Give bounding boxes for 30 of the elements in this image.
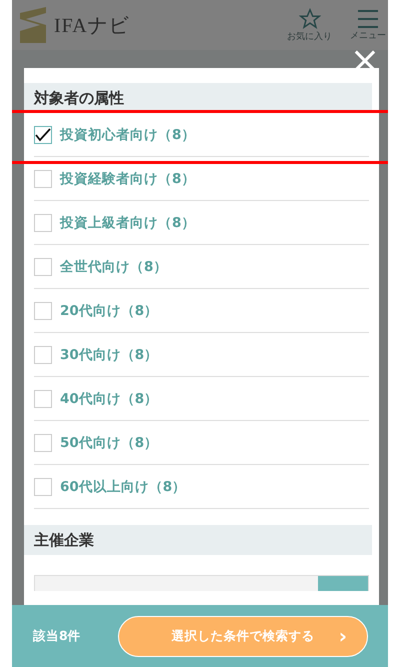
star-icon[interactable] bbox=[298, 8, 320, 30]
menu-icon[interactable] bbox=[357, 8, 379, 28]
option-label[interactable]: 30代向け（8） bbox=[60, 346, 158, 364]
option-label[interactable]: 投資経験者向け（8） bbox=[60, 170, 196, 188]
option-label[interactable]: 投資上級者向け（8） bbox=[60, 214, 196, 232]
search-button[interactable]: 選択した条件で検索する › bbox=[118, 616, 368, 656]
menu-label[interactable]: メニュー bbox=[350, 28, 386, 42]
checkbox[interactable] bbox=[34, 170, 52, 188]
checkbox[interactable] bbox=[34, 390, 52, 408]
checkbox[interactable] bbox=[34, 346, 52, 364]
checkbox[interactable] bbox=[34, 434, 52, 452]
option-label[interactable]: 60代以上向け（8） bbox=[60, 478, 186, 496]
search-button[interactable] bbox=[318, 576, 368, 591]
option-label[interactable]: 20代向け（8） bbox=[60, 302, 158, 320]
checkbox[interactable] bbox=[34, 478, 52, 496]
section-title: 主催企業 bbox=[24, 525, 372, 555]
checkbox[interactable] bbox=[34, 126, 52, 144]
checkbox[interactable] bbox=[34, 302, 52, 320]
option-label[interactable]: 40代向け（8） bbox=[60, 390, 158, 408]
option-label[interactable]: 全世代向け（8） bbox=[60, 258, 168, 276]
checkbox[interactable] bbox=[34, 258, 52, 276]
result-count: 該当8件 bbox=[33, 628, 81, 644]
option-label[interactable]: 投資初心者向け（8） bbox=[60, 126, 196, 144]
option-label[interactable]: 50代向け（8） bbox=[60, 434, 158, 452]
checkbox[interactable] bbox=[34, 214, 52, 232]
search-field[interactable] bbox=[34, 575, 369, 591]
favorites-label[interactable]: お気に入り bbox=[287, 30, 332, 42]
section-title: 対象者の属性 bbox=[24, 83, 372, 113]
logo-text: IFAナビ bbox=[54, 14, 130, 38]
logo-icon bbox=[18, 5, 48, 45]
